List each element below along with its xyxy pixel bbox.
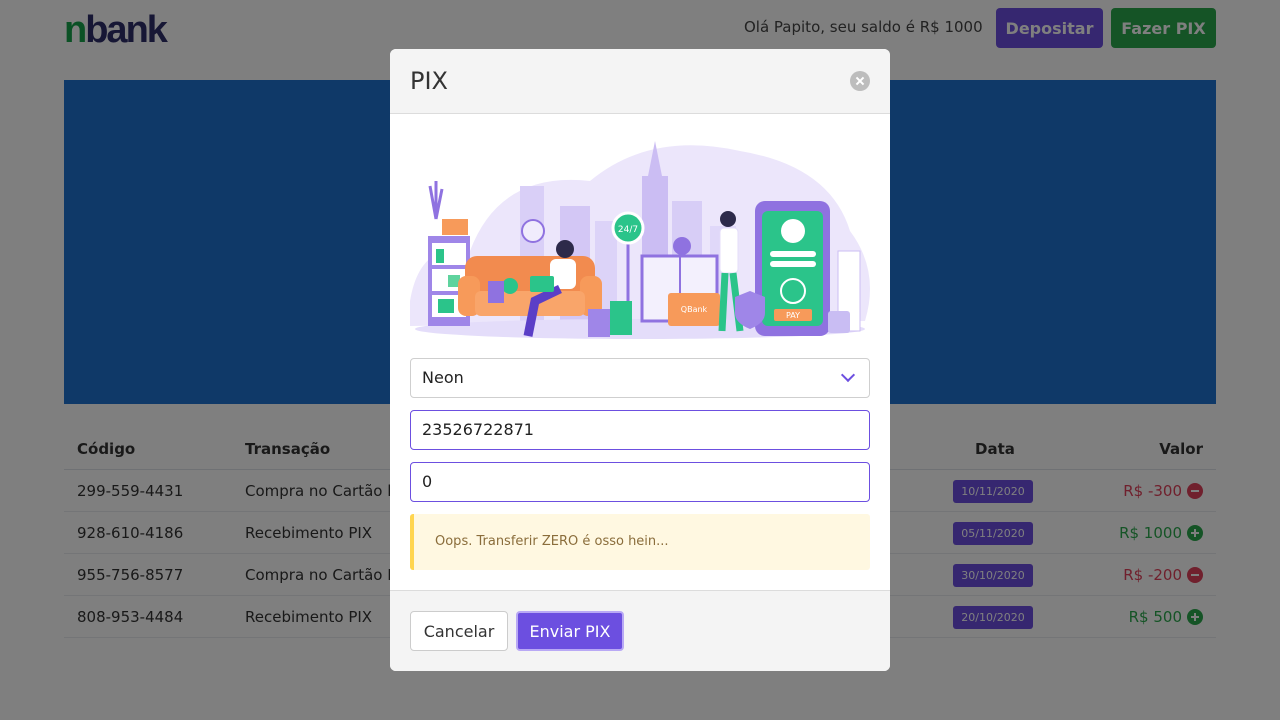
modal-header: PIX [390,49,890,114]
illustration-247-label: 24/7 [618,225,638,235]
warning-alert: Oops. Transferir ZERO é osso hein... [410,514,870,570]
bank-select-value: Neon [422,368,464,387]
chevron-down-icon [840,367,856,383]
pix-modal: PIX 24/7 QBank PAY Neon 23526722871 0 Oo… [390,49,890,671]
alert-text: Oops. Transferir ZERO é osso hein... [435,534,669,549]
bank-select[interactable]: Neon [410,358,870,398]
illustration-pay-label: PAY [786,311,800,320]
pix-key-input[interactable]: 23526722871 [410,410,870,450]
amount-input[interactable]: 0 [410,462,870,502]
modal-title: PIX [410,67,448,95]
close-icon[interactable] [850,71,870,91]
pix-illustration: 24/7 QBank PAY [410,141,870,339]
illustration-card-label: QBank [681,305,708,314]
cancel-button[interactable]: Cancelar [410,611,508,651]
send-pix-button[interactable]: Enviar PIX [516,611,624,651]
modal-footer: Cancelar Enviar PIX [390,590,890,671]
